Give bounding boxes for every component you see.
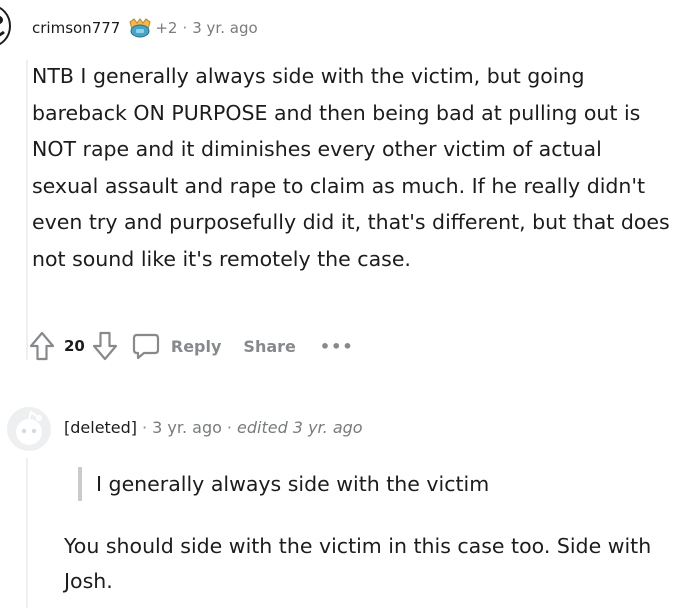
- comment-header: [deleted] · 3 yr. ago · edited 3 yr. ago: [64, 418, 363, 437]
- speech-bubble-icon[interactable]: [131, 331, 161, 361]
- thread-line-bottom[interactable]: [26, 458, 28, 608]
- quote-block: I generally always side with the victim: [78, 467, 489, 501]
- comment-body: You should side with the victim in this …: [64, 534, 652, 593]
- separator-dot: ·: [142, 418, 148, 437]
- downvote-arrow-icon[interactable]: [91, 330, 119, 362]
- comment-body: NTB I generally always side with the vic…: [32, 64, 670, 271]
- award-icon[interactable]: [128, 17, 152, 39]
- username: [deleted]: [64, 418, 138, 437]
- comment-actions: 20 Reply Share •••: [28, 326, 354, 366]
- more-options-button[interactable]: •••: [320, 337, 354, 356]
- separator-dot: ·: [226, 418, 232, 437]
- username[interactable]: crimson777: [32, 19, 120, 37]
- reply-button[interactable]: Reply: [171, 337, 222, 356]
- separator-dot: ·: [182, 19, 188, 37]
- default-avatar-icon[interactable]: [6, 406, 52, 452]
- thread-line-top[interactable]: [26, 60, 28, 360]
- award-count: +2: [155, 19, 178, 37]
- timestamp[interactable]: 3 yr. ago: [192, 19, 257, 37]
- edited-timestamp: edited 3 yr. ago: [237, 418, 363, 437]
- vote-count: 20: [64, 337, 85, 355]
- upvote-arrow-icon[interactable]: [28, 330, 56, 362]
- timestamp[interactable]: 3 yr. ago: [152, 418, 222, 437]
- comment-header: crimson777 +2 · 3 yr. ago: [32, 16, 258, 40]
- avatar-raccoon-icon[interactable]: [0, 4, 12, 48]
- share-button[interactable]: Share: [243, 337, 295, 356]
